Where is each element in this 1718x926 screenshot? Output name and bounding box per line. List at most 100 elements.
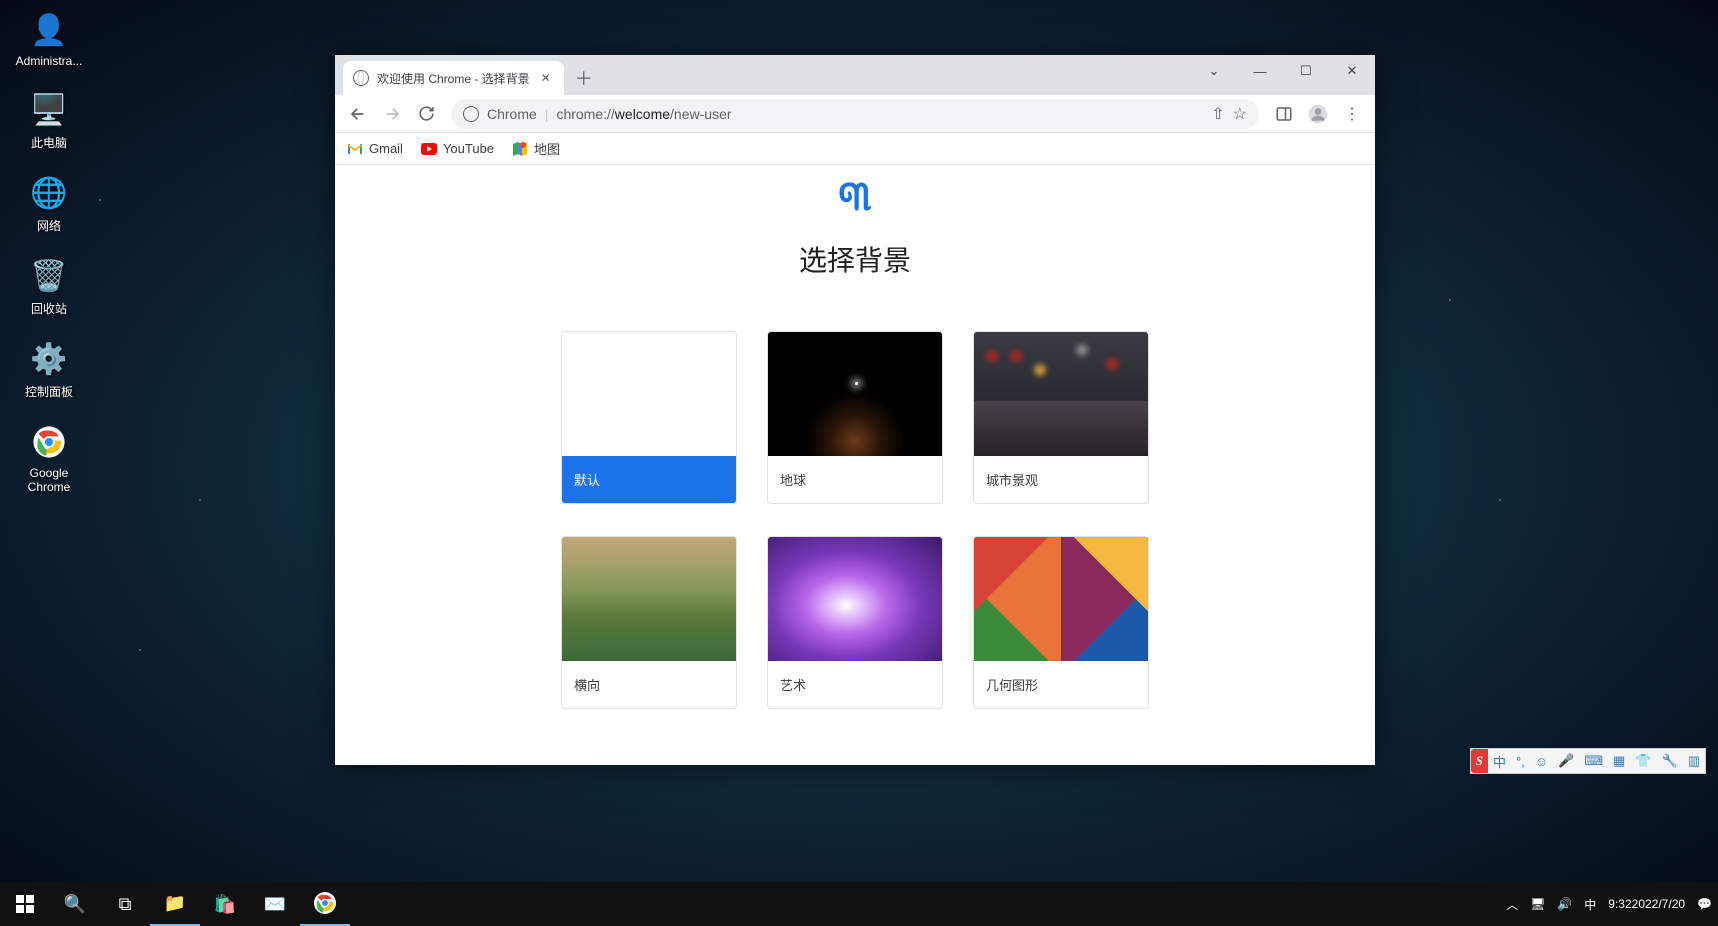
system-tray: ︿ 🖥 🔊 中 9:32 2022/7/20 💬 [1500,882,1718,926]
ime-skin-icon[interactable]: ▦ [1608,749,1630,773]
close-tab-icon[interactable]: ✕ [538,71,554,85]
minimize-button[interactable]: — [1237,55,1283,87]
card-label: 默认 [562,456,736,503]
browser-tab[interactable]: 欢迎使用 Chrome - 选择背景 ✕ [343,61,564,95]
taskbar-store[interactable]: 🛍️ [200,882,250,926]
url-suffix: /new-user [670,106,731,122]
gmail-icon [347,141,363,157]
icon-label: Administra... [16,54,83,68]
tray-chevron-up-icon[interactable]: ︿ [1500,882,1524,926]
user-icon: 👤 [29,10,69,50]
address-bar[interactable]: Chrome | chrome://welcome/new-user ⇧ ☆ [451,99,1259,129]
window-dropdown-icon[interactable]: ⌄ [1191,55,1237,87]
url-prefix: chrome:// [556,106,614,122]
page-content[interactable]: ୩ 选择背景 默认 地球 城市景观 横向 艺术 几何图形 跳过 下一步› [335,165,1375,765]
recycle-bin-icon: 🗑️ [29,256,69,296]
card-geometric[interactable]: 几何图形 [973,536,1149,709]
brush-icon: ୩ [838,173,871,221]
background-grid: 默认 地球 城市景观 横向 艺术 几何图形 [561,331,1149,709]
bookmarks-bar: Gmail YouTube 地图 [335,133,1375,165]
taskbar-explorer[interactable]: 📁 [150,882,200,926]
forward-button [377,99,407,129]
maximize-button[interactable]: ☐ [1283,55,1329,87]
taskbar-mail[interactable]: ✉️ [250,882,300,926]
card-earth[interactable]: 地球 [767,331,943,504]
globe-icon [353,70,369,86]
bookmark-label: Gmail [369,141,403,156]
back-button[interactable] [343,99,373,129]
url-bold: welcome [615,106,670,122]
icon-label: 网络 [37,217,61,234]
menu-button[interactable]: ⋮ [1337,99,1367,129]
ime-emoji-icon[interactable]: ☺ [1530,749,1553,773]
maps-icon [512,141,528,157]
desktop-icon-recycle-bin[interactable]: 🗑️ 回收站 [10,256,88,317]
thumb-land [562,537,736,661]
new-tab-button[interactable]: ＋ [570,64,598,92]
desktop-icon-chrome[interactable]: Google Chrome [10,422,88,494]
url-scheme: Chrome [487,106,537,122]
desktop-icon-network[interactable]: 🌐 网络 [10,173,88,234]
clock-time: 9:32 [1608,897,1631,911]
site-info-icon[interactable] [463,106,479,122]
youtube-icon [421,141,437,157]
search-button[interactable]: 🔍 [50,882,100,926]
computer-icon: 🖥️ [29,90,69,130]
profile-button[interactable] [1303,99,1333,129]
reload-button[interactable] [411,99,441,129]
taskbar: 🔍 ⧉ 📁 🛍️ ✉️ ︿ 🖥 🔊 中 9:32 2022/7/20 💬 [0,882,1718,926]
tray-display-icon[interactable]: 🖥 [1524,882,1551,926]
card-art[interactable]: 艺术 [767,536,943,709]
ime-mic-icon[interactable]: 🎤 [1553,749,1579,773]
ime-menu-icon[interactable]: ▥ [1683,749,1705,773]
ime-pin-icon[interactable]: 👕 [1630,749,1656,773]
card-label: 地球 [768,456,942,503]
bookmark-label: 地图 [534,139,560,158]
icon-label: Google Chrome [10,466,88,494]
card-default[interactable]: 默认 [561,331,737,504]
card-landscape[interactable]: 横向 [561,536,737,709]
bookmark-youtube[interactable]: YouTube [421,141,494,157]
thumb-city [974,332,1148,456]
chrome-icon [29,422,69,462]
bookmark-maps[interactable]: 地图 [512,139,560,158]
taskbar-chrome[interactable] [300,882,350,926]
taskbar-clock[interactable]: 9:32 2022/7/20 [1602,882,1691,926]
bookmark-gmail[interactable]: Gmail [347,141,403,157]
titlebar[interactable]: 欢迎使用 Chrome - 选择背景 ✕ ＋ ⌄ — ☐ ✕ [335,55,1375,95]
tray-ime-indicator[interactable]: 中 [1578,882,1602,926]
tray-volume-icon[interactable]: 🔊 [1551,882,1578,926]
bookmark-star-icon[interactable]: ☆ [1233,104,1247,124]
ime-keyboard-icon[interactable]: ⌨ [1579,749,1608,773]
sogou-icon[interactable]: S [1471,749,1488,773]
ime-lang[interactable]: 中 [1488,749,1511,773]
toolbar: Chrome | chrome://welcome/new-user ⇧ ☆ ⋮ [335,95,1375,133]
bookmark-label: YouTube [443,141,494,156]
control-panel-icon: ⚙️ [29,339,69,379]
icon-label: 回收站 [31,300,67,317]
ime-toolbar[interactable]: S 中 °, ☺ 🎤 ⌨ ▦ 👕 🔧 ▥ [1470,748,1706,774]
card-label: 横向 [562,661,736,708]
ime-toolbox-icon[interactable]: 🔧 [1657,749,1683,773]
card-cityscape[interactable]: 城市景观 [973,331,1149,504]
thumb-geo [974,537,1148,661]
tab-title: 欢迎使用 Chrome - 选择背景 [377,70,530,87]
side-panel-button[interactable] [1269,99,1299,129]
desktop-icon-this-pc[interactable]: 🖥️ 此电脑 [10,90,88,151]
desktop-icons: 👤 Administra... 🖥️ 此电脑 🌐 网络 🗑️ 回收站 ⚙️控制面板 Go… [10,10,88,494]
action-center-icon[interactable]: 💬 [1691,882,1718,926]
network-icon: 🌐 [29,173,69,213]
start-button[interactable] [0,882,50,926]
task-view-button[interactable]: ⧉ [100,882,150,926]
ime-punct-icon[interactable]: °, [1511,749,1530,773]
desktop-icon-control-panel[interactable]: ⚙️控制面板 [10,339,88,400]
thumb-default [562,332,736,456]
card-label: 城市景观 [974,456,1148,503]
close-window-button[interactable]: ✕ [1329,55,1375,87]
card-label: 几何图形 [974,661,1148,708]
icon-label: 此电脑 [31,134,67,151]
chrome-window: 欢迎使用 Chrome - 选择背景 ✕ ＋ ⌄ — ☐ ✕ Chrome | … [335,55,1375,765]
desktop-icon-administrator[interactable]: 👤 Administra... [10,10,88,68]
card-label: 艺术 [768,661,942,708]
share-icon[interactable]: ⇧ [1211,104,1224,124]
